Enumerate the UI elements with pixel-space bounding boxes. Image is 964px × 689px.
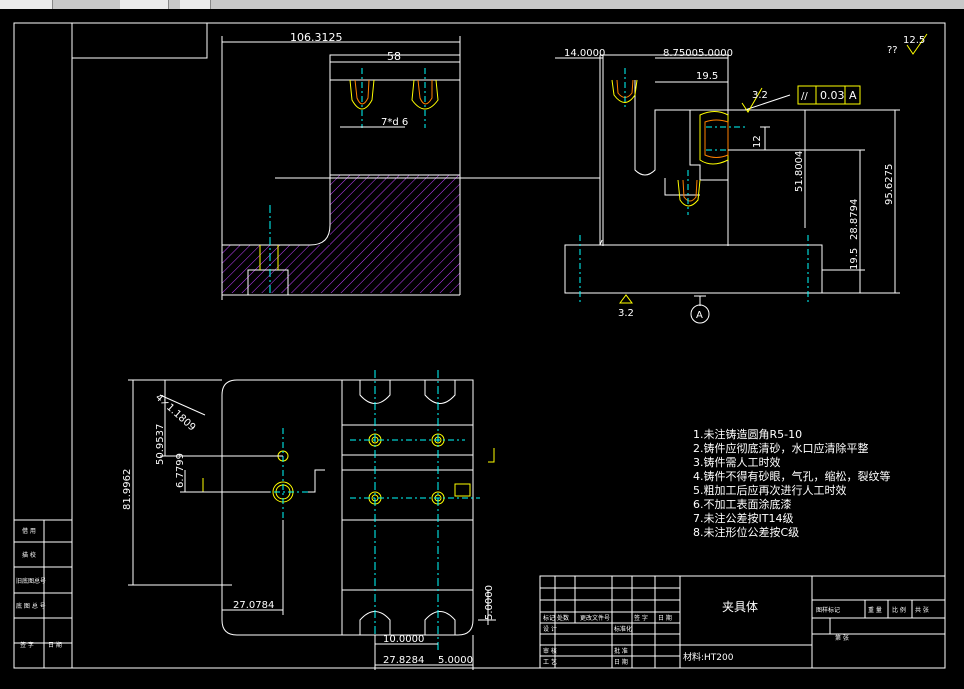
dim-51-8: 51.8004 bbox=[794, 151, 805, 192]
note-item: 3.铸件需人工时效 bbox=[693, 455, 781, 469]
note-item: 6.不加工表面涂底漆 bbox=[693, 497, 792, 511]
dim-14: 14.0000 bbox=[564, 48, 605, 59]
note-item: 4.铸件不得有砂眼，气孔，缩松，裂纹等 bbox=[693, 469, 891, 483]
note-item: 8.未注形位公差按C级 bbox=[693, 525, 799, 539]
dim-8-75: 8.7500 bbox=[663, 48, 698, 59]
left-block-label: 借 用 bbox=[22, 527, 36, 535]
left-block-labels: 借 用 描 校 旧底图总号 底 图 总 号 签 字 日 期 bbox=[16, 527, 62, 649]
dim-12: 12 bbox=[752, 135, 763, 148]
title-cell: 设 计 bbox=[543, 625, 557, 633]
dim-thread: 7*d 6 bbox=[381, 117, 408, 128]
title-cell: 标准化 bbox=[614, 625, 632, 633]
dim-27-07: 27.0784 bbox=[233, 600, 274, 611]
left-block-label: 描 校 bbox=[22, 551, 36, 559]
left-block-label: 日 期 bbox=[48, 641, 62, 649]
side-view bbox=[564, 54, 823, 305]
toolbar-button[interactable] bbox=[180, 0, 211, 9]
datum-label: A bbox=[696, 310, 703, 321]
left-block-label: 签 字 bbox=[20, 641, 34, 649]
title-cell: 处数 bbox=[557, 614, 569, 622]
dim-5-top: 5.0000 bbox=[698, 48, 733, 59]
title-cell: 标记 bbox=[543, 614, 555, 622]
surface-finish-value: 3.2 bbox=[752, 90, 768, 101]
tolerance-symbol: // bbox=[801, 91, 808, 102]
cad-drawing: 106.3125 58 7*d 6 14.0000 8.7500 5.0000 … bbox=[13, 22, 946, 670]
dim-overall-width: 106.3125 bbox=[290, 31, 343, 44]
dim-95-6: 95.6275 bbox=[884, 164, 895, 205]
title-cell: 批 准 bbox=[614, 647, 628, 655]
part-name: 夹具体 bbox=[722, 600, 758, 614]
top-left-view bbox=[221, 54, 600, 300]
title-cell: 签 字 bbox=[634, 614, 648, 622]
dim-5-bottom: 5.0000 bbox=[438, 655, 473, 666]
title-cell: 共 张 bbox=[915, 606, 929, 614]
dim-19-5: 19.5 bbox=[696, 71, 718, 82]
left-block-label: 底 图 总 号 bbox=[16, 602, 46, 610]
inner-border bbox=[71, 22, 946, 669]
roughness-value: 12.5 bbox=[903, 35, 925, 46]
technical-notes: 1.未注铸造圆角R5-10 2.铸件应彻底清砂，水口应清除平整 3.铸件需人工时… bbox=[693, 427, 891, 539]
note-item: 1.未注铸造圆角R5-10 bbox=[693, 427, 802, 441]
dim-slot-span: 58 bbox=[387, 50, 401, 63]
title-cell: 日 期 bbox=[658, 614, 672, 622]
dim-6-7: 6.7799 bbox=[175, 453, 186, 488]
note-item: 7.未注公差按IT14级 bbox=[693, 511, 793, 525]
toolbar-button[interactable] bbox=[120, 0, 169, 9]
title-cell: 审 核 bbox=[543, 647, 557, 655]
dim-10: 10.0000 bbox=[383, 634, 424, 645]
title-cell: 日 期 bbox=[614, 658, 628, 666]
material-label: 材料:HT200 bbox=[683, 651, 734, 663]
dim-28-8: 28.8794 bbox=[849, 199, 860, 240]
drawing-canvas[interactable]: 106.3125 58 7*d 6 14.0000 8.7500 5.0000 … bbox=[0, 9, 964, 685]
dim-5-right: 5.0000 bbox=[484, 585, 495, 620]
left-block-label: 旧底图总号 bbox=[16, 577, 46, 585]
dim-27-82: 27.8284 bbox=[383, 655, 424, 666]
title-cell: 工 艺 bbox=[543, 658, 557, 666]
dim-50-9: 50.9537 bbox=[155, 424, 166, 465]
dim-81-9: 81.9962 bbox=[122, 469, 133, 510]
title-block bbox=[539, 575, 946, 669]
title-cell: 第 张 bbox=[835, 634, 849, 642]
title-cell: 重 量 bbox=[868, 606, 882, 614]
dim-19-5-low: 19.5 bbox=[849, 248, 860, 270]
corner-stamp-box bbox=[71, 22, 208, 59]
title-cell: 比 例 bbox=[892, 606, 906, 614]
tolerance-value: 0.03 bbox=[820, 89, 845, 102]
toolbar-button[interactable] bbox=[0, 0, 41, 9]
tolerance-datum: A bbox=[849, 89, 857, 102]
title-block-cells: 标记 处数 更改文件号 签 字 日 期 设 计 标准化 审 核 工 艺 批 准 … bbox=[543, 606, 929, 666]
toolbar-strip bbox=[0, 0, 964, 9]
toolbar-button[interactable] bbox=[40, 0, 53, 9]
note-item: 2.铸件应彻底清砂，水口应清除平整 bbox=[693, 441, 869, 455]
note-item: 5.粗加工后应再次进行人工时效 bbox=[693, 483, 847, 497]
roughness-prefix: ?? bbox=[887, 45, 898, 56]
title-cell: 图样标记 bbox=[816, 606, 840, 614]
bottom-surface-finish bbox=[619, 294, 633, 304]
title-cell: 更改文件号 bbox=[580, 614, 610, 622]
bottom-finish-value: 3.2 bbox=[618, 308, 634, 319]
